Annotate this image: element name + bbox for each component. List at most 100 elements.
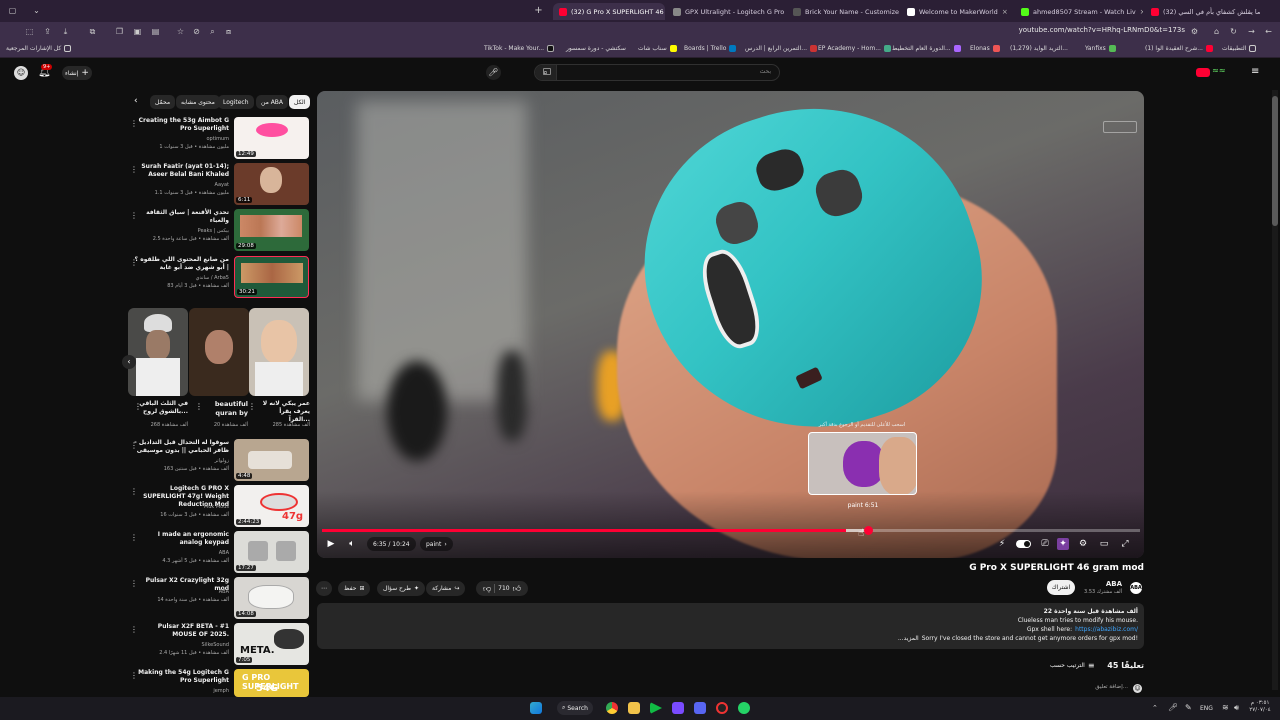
shorts-remix-icon[interactable]: ⚡ — [996, 538, 1008, 550]
share-icon[interactable]: ⇪ — [43, 27, 52, 36]
tab-2[interactable]: GPX Ultralight - Logitech G Pro × — [667, 3, 785, 20]
progress-bar[interactable] — [322, 526, 1140, 535]
subscribe-button[interactable]: اشتراك — [1047, 580, 1075, 595]
short-thumbnail[interactable] — [128, 308, 188, 396]
settings-gear-icon[interactable]: ⚙ — [1077, 538, 1089, 550]
subtitles-icon[interactable]: ⎚ — [1039, 538, 1051, 550]
more-actions-icon[interactable]: ⋮ — [130, 119, 138, 128]
channel-name[interactable]: ABA — [129, 550, 229, 557]
eye-off-icon[interactable]: ⊘ — [192, 27, 201, 36]
bookmark-4[interactable]: Boards | Trello — [684, 45, 737, 52]
video-thumbnail[interactable]: 4:48 — [234, 439, 309, 481]
download-icon[interactable]: ⤓ — [61, 27, 70, 36]
bookmark-11[interactable]: (1) شرح العقيدة الوا... — [1145, 45, 1213, 52]
more-actions-icon[interactable]: ⋮ — [130, 487, 138, 496]
short-title[interactable]: عمر يبكي لانه لا يعرف يقرأ القرآ... — [258, 400, 310, 424]
chips-scroll-left-icon[interactable]: ‹ — [134, 96, 138, 106]
add-comment-input[interactable]: إضافة تعليق... — [1070, 684, 1128, 690]
sidebar-video[interactable]: 12:49 Creating the 53g Aimbot G Pro Supe… — [128, 117, 309, 159]
sidebar-video[interactable]: 6:11 Surah Faatir (ayat 01-14); Aseer Be… — [128, 163, 309, 205]
video-thumbnail[interactable]: 29:08 — [234, 209, 309, 251]
short-thumbnail[interactable] — [189, 308, 249, 396]
whatsapp-icon[interactable] — [738, 702, 750, 714]
bookmark-8[interactable]: Elonas — [970, 45, 1000, 52]
sidebar-video[interactable]: META. 7:05 Pulsar X2F BETA - #1 MOUSE OF… — [128, 623, 309, 665]
bookmark-7[interactable]: الدورة العام التخطيط... — [892, 45, 961, 52]
reload-icon[interactable]: ↻ — [1229, 27, 1238, 36]
hamburger-menu-icon[interactable]: ≡ — [1251, 66, 1259, 77]
sidebar-video[interactable]: 14:08 Pulsar X2 Crazylight 32g mod ABA 1… — [128, 577, 309, 619]
chip-all[interactable]: الكل — [289, 95, 311, 109]
channel-name[interactable]: Peaks | بيكس — [129, 228, 229, 235]
sidebar-video[interactable]: G PRO SUPERLIGHT 54G Making the 54g Logi… — [128, 669, 309, 697]
channel-name[interactable]: ABA — [129, 589, 229, 596]
video-title[interactable]: سوقوا له التحدال قبل التداديل - ظافر الح… — [133, 439, 229, 455]
video-title[interactable]: تحدي الأقنعة | سباق الثقافة والغباء — [133, 209, 229, 225]
channel-name[interactable]: optimum — [129, 136, 230, 143]
search-box[interactable]: ⌕ بحث — [534, 64, 780, 81]
channel-name-link[interactable]: ABA — [1080, 580, 1122, 588]
close-tab-icon[interactable]: × — [1140, 8, 1143, 16]
new-tab-button[interactable]: + — [534, 6, 543, 16]
discord-icon[interactable] — [694, 702, 706, 714]
sidebar-video[interactable]: 29:08 تحدي الأقنعة | سباق الثقافة والغبا… — [128, 209, 309, 251]
chapter-button[interactable]: paint › — [420, 537, 453, 551]
bookmark-star-icon[interactable]: ☆ — [176, 27, 185, 36]
channel-watermark[interactable] — [1103, 121, 1137, 133]
channel-name[interactable]: jemph — [129, 688, 229, 695]
video-title[interactable]: I made an ergonomic analog keypad — [133, 531, 229, 547]
sidebar-video[interactable]: 30:21 من صانع المحتوى اللي طلقوه ؟ | أبو… — [128, 256, 309, 298]
short-title[interactable]: beautiful quran by — [198, 400, 248, 418]
show-more-link[interactable]: ...المزيد — [898, 635, 919, 642]
home-icon[interactable]: ⌂ — [1212, 27, 1221, 36]
page-scrollbar[interactable] — [1272, 90, 1278, 690]
video-thumbnail[interactable]: META. 7:05 — [234, 623, 309, 665]
pen-tray-icon[interactable]: ✎ — [1185, 703, 1192, 712]
dislike-icon[interactable]: 👎︎ — [483, 584, 491, 594]
video-thumbnail[interactable]: 30:21 — [234, 256, 309, 298]
tune-icon[interactable]: ⚙ — [1190, 27, 1199, 36]
channel-name[interactable]: ساندي / Arba5 — [129, 275, 229, 282]
scrollbar-thumb[interactable] — [1272, 96, 1278, 226]
video-thumbnail[interactable]: G PRO SUPERLIGHT 54G — [234, 669, 309, 697]
ask-button[interactable]: طرح سؤال ✦ — [377, 581, 426, 596]
more-actions-icon[interactable]: ⋮ — [130, 579, 138, 588]
bookmark-apps[interactable]: التطبيقات — [1222, 45, 1257, 52]
url-field[interactable]: youtube.com/watch?v=HRhq-LRNmD0&t=173s — [960, 26, 1185, 34]
keyboard-icon[interactable] — [543, 68, 551, 75]
play-icon[interactable]: ▶ — [325, 538, 337, 550]
video-player[interactable] — [317, 91, 1144, 558]
chip-from-aba[interactable]: من ABA — [256, 95, 289, 109]
more-actions-icon[interactable]: ⋮ — [130, 211, 138, 220]
sort-comments-button[interactable]: الترتيب حسب ≡ — [1050, 661, 1095, 670]
back-icon[interactable]: ← — [1264, 27, 1273, 36]
bookmark-2[interactable]: سكتشي - دورة سمسور — [566, 45, 626, 52]
bookmark-10[interactable]: Yanfixs — [1085, 45, 1116, 52]
shop-link[interactable]: https://abazibiz.com/ — [1075, 626, 1138, 633]
chip-logitech[interactable]: Logitech — [218, 95, 254, 109]
theater-mode-icon[interactable]: ▭ — [1098, 538, 1110, 550]
app-icon[interactable] — [716, 702, 728, 714]
app-icon[interactable] — [672, 702, 684, 714]
description-box[interactable]: 22 ألف مشاهدة قبل سنة واحدة Clueless man… — [317, 603, 1144, 649]
tab-4[interactable]: Welcome to MakerWorld × — [901, 3, 1013, 20]
short-thumbnail[interactable] — [249, 308, 309, 396]
install-icon[interactable]: ⧈ — [224, 27, 233, 36]
forward-icon[interactable]: → — [1247, 27, 1256, 36]
sidebar-video[interactable]: 4:48 سوقوا له التحدال قبل التداديل - ظاف… — [128, 439, 309, 481]
tab-5[interactable]: ahmed8507 Stream - Watch Liv × — [1015, 3, 1143, 20]
chip-downloaded[interactable]: محمّل — [150, 95, 176, 109]
video-thumbnail[interactable]: 17:27 — [234, 531, 309, 573]
pip-icon[interactable]: ▣ — [133, 27, 142, 36]
wifi-icon[interactable]: ≋ — [1222, 703, 1229, 712]
copy-icon[interactable]: ❐ — [115, 27, 124, 36]
tab-1[interactable]: (32) G Pro X SUPERLIGHT 46 g × — [553, 3, 665, 20]
bookmark-9[interactable]: (1,279) التريد الوايد... — [1010, 45, 1068, 52]
speaker-icon[interactable]: 🔊︎ — [1234, 703, 1239, 713]
bookmark-5[interactable]: التمرين الرابع | الدرس... — [745, 45, 818, 52]
tray-chevron-icon[interactable]: ⌃ — [1152, 704, 1158, 712]
channel-name[interactable]: SilkeSound — [129, 642, 230, 649]
tab-search-icon[interactable]: ⌄ — [32, 6, 41, 15]
video-thumbnail[interactable]: 6:11 — [234, 163, 309, 205]
sidebar-icon[interactable]: ▤ — [151, 27, 160, 36]
